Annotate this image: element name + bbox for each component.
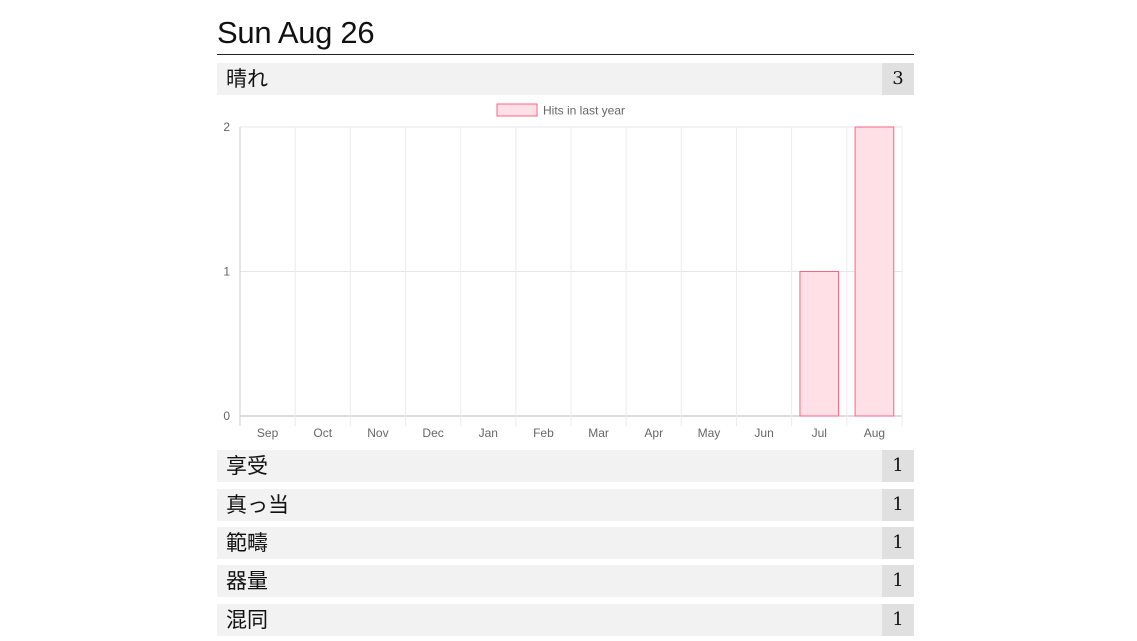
entry-count-badge: 1 — [882, 450, 914, 482]
x-tick-label: Jun — [754, 426, 773, 440]
entry-row[interactable]: 享受 1 — [217, 450, 914, 482]
entry-count-badge: 1 — [882, 565, 914, 597]
bar — [799, 271, 840, 417]
x-tick-label: Feb — [533, 426, 554, 440]
entry-count-badge: 3 — [882, 63, 914, 95]
hits-bar-chart: Hits in last year 0 1 2 Sep Oct Nov Dec Jan Feb Ma… — [223, 103, 903, 440]
entry-row[interactable]: 器量 1 — [217, 565, 914, 597]
x-tick-label: Sep — [257, 426, 279, 440]
y-tick-label: 1 — [223, 265, 230, 279]
entry-row[interactable]: 混同 1 — [217, 604, 914, 636]
main-content: Sun Aug 26 晴れ 3 Hits in last year 0 1 2 Sep O… — [217, 0, 914, 636]
entry-word[interactable]: 真っ当 — [226, 489, 289, 521]
x-tick-label: Jul — [812, 426, 827, 440]
x-tick-label: Oct — [313, 426, 332, 440]
page-title: Sun Aug 26 — [217, 0, 914, 55]
entry-word[interactable]: 混同 — [226, 604, 268, 636]
entry-word[interactable]: 範疇 — [226, 527, 268, 559]
hits-chart: Hits in last year 0 1 2 Sep Oct Nov Dec Jan Feb Ma… — [217, 96, 914, 448]
y-tick-label: 2 — [223, 120, 230, 134]
entry-row[interactable]: 範疇 1 — [217, 527, 914, 559]
x-tick-label: Aug — [864, 426, 885, 440]
bar — [854, 126, 895, 417]
legend-swatch — [496, 103, 538, 117]
entry-count-badge: 1 — [882, 604, 914, 636]
x-tick-label: Mar — [588, 426, 609, 440]
x-tick-label: May — [698, 426, 721, 440]
legend-label: Hits in last year — [543, 104, 625, 118]
y-tick-label: 0 — [223, 409, 230, 423]
entry-row[interactable]: 真っ当 1 — [217, 489, 914, 521]
entry-word[interactable]: 晴れ — [226, 63, 268, 95]
entry-count-badge: 1 — [882, 527, 914, 559]
entry-count-badge: 1 — [882, 489, 914, 521]
x-tick-label: Nov — [367, 426, 388, 440]
x-tick-label: Jan — [479, 426, 498, 440]
x-tick-label: Dec — [422, 426, 443, 440]
entry-word[interactable]: 器量 — [226, 565, 268, 597]
entry-word[interactable]: 享受 — [226, 450, 268, 482]
x-tick-label: Apr — [644, 426, 663, 440]
top-entry-row[interactable]: 晴れ 3 — [217, 63, 914, 95]
